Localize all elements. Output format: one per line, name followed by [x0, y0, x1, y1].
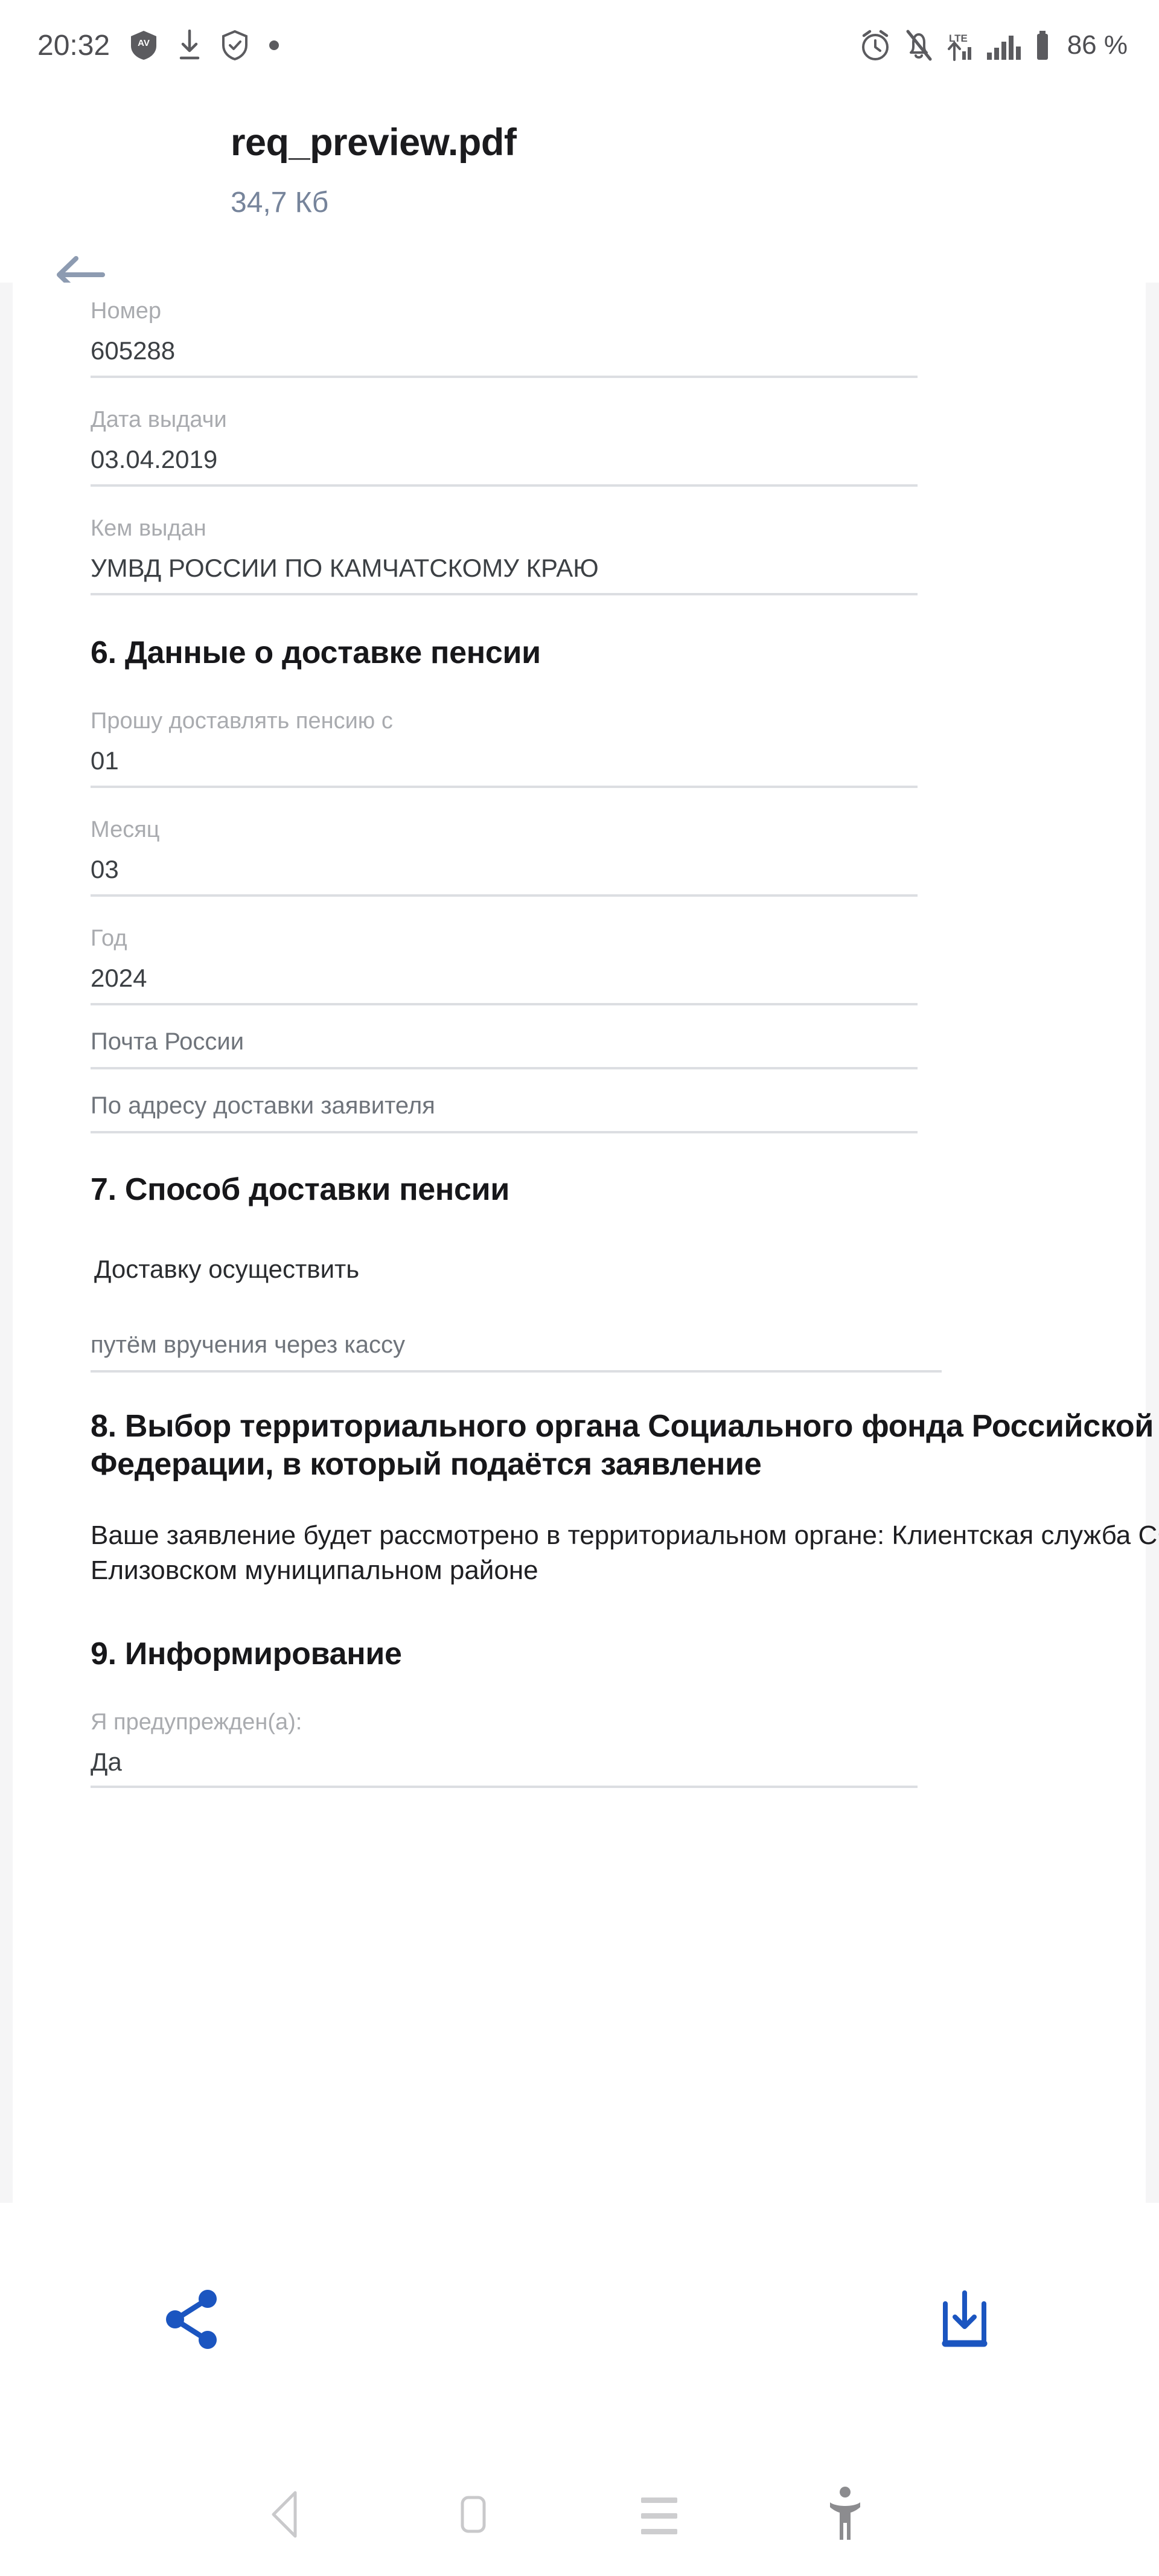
- section-heading-7: 7. Способ доставки пенсии: [91, 1172, 509, 1208]
- field-label: Кем выдан: [91, 516, 206, 541]
- battery-percent-label: 86 %: [1067, 30, 1128, 60]
- share-button[interactable]: [153, 2281, 231, 2360]
- nav-back-button[interactable]: [252, 2481, 322, 2551]
- section-heading-6: 6. Данные о доставке пенсии: [91, 635, 541, 670]
- antivirus-shield-icon: AV: [130, 30, 157, 60]
- pdf-page-content: Номер 605288 Дата выдачи 03.04.2019 Кем …: [91, 283, 1159, 1789]
- accessibility-icon: [824, 2484, 866, 2548]
- nav-accessibility-button[interactable]: [810, 2481, 880, 2551]
- field-row[interactable]: Я предупрежден(а): Да: [91, 1709, 918, 1789]
- field-label: Прошу доставлять пенсию с: [91, 708, 393, 734]
- field-underline: [91, 593, 918, 595]
- field-underline: [91, 1067, 918, 1070]
- section-8-paragraph: Ваше заявление будет рассмотрено в терри…: [91, 1520, 1159, 1585]
- field-value: 03.04.2019: [91, 445, 218, 473]
- back-triangle-icon: [266, 2489, 308, 2543]
- field-row[interactable]: Год 2024: [91, 926, 918, 1006]
- status-bar: 20:32 AV LTE 86 %: [0, 0, 1159, 91]
- status-bar-right: LTE 86 %: [860, 28, 1128, 62]
- field-label: Месяц: [91, 817, 160, 843]
- field-underline: [91, 1786, 918, 1789]
- share-icon: [163, 2288, 221, 2354]
- page-title: req_preview.pdf: [231, 121, 517, 164]
- delivery-method-lead: Доставку осуществить: [94, 1254, 360, 1283]
- pdf-page: Номер 605288 Дата выдачи 03.04.2019 Кем …: [13, 283, 1159, 2203]
- nav-recents-button[interactable]: [624, 2481, 694, 2551]
- download-arrow-icon: [177, 30, 202, 61]
- field-label: Я предупрежден(а):: [91, 1709, 302, 1735]
- field-underline: [91, 786, 918, 789]
- field-row[interactable]: Месяц 03: [91, 818, 918, 897]
- field-row[interactable]: путём вручения через кассу: [91, 1331, 942, 1373]
- app-header: req_preview.pdf 34,7 Кб: [0, 91, 1159, 293]
- field-label: Дата выдачи: [91, 407, 227, 432]
- field-value: 605288: [91, 336, 176, 365]
- field-row[interactable]: Почта России: [91, 1028, 918, 1070]
- field-underline: [91, 1003, 918, 1006]
- svg-text:AV: AV: [138, 38, 150, 48]
- field-underline: [91, 894, 918, 897]
- field-row[interactable]: Кем выдан УМВД РОССИИ ПО КАМЧАТСКОМУ КРА…: [91, 517, 918, 595]
- save-to-device-icon: [934, 2288, 995, 2354]
- bell-muted-icon: [903, 28, 934, 62]
- field-value: 03: [91, 855, 119, 884]
- signal-bars-icon: [986, 28, 1021, 62]
- field-underline: [91, 376, 918, 378]
- field-row[interactable]: Прошу доставлять пенсию с 01: [91, 708, 918, 789]
- battery-icon: [1033, 28, 1052, 62]
- document-action-bar: [0, 2203, 1159, 2455]
- field-value: путём вручения через кассу: [91, 1331, 405, 1358]
- field-row[interactable]: Номер 605288: [91, 300, 918, 378]
- status-clock: 20:32: [37, 29, 110, 62]
- save-button[interactable]: [925, 2281, 1004, 2360]
- lte-signal-icon: LTE: [947, 28, 974, 62]
- field-row[interactable]: Дата выдачи 03.04.2019: [91, 408, 918, 487]
- section-heading-8: 8. Выбор территориального органа Социаль…: [91, 1408, 1154, 1482]
- field-underline: [91, 1370, 942, 1373]
- file-size-label: 34,7 Кб: [231, 187, 329, 219]
- alarm-clock-icon: [860, 28, 891, 62]
- field-value: Да: [91, 1748, 122, 1777]
- status-bar-left: 20:32 AV: [37, 29, 280, 62]
- field-underline: [91, 484, 918, 487]
- field-underline: [91, 1131, 918, 1134]
- android-nav-bar: [0, 2455, 1159, 2576]
- nav-home-button[interactable]: [438, 2481, 508, 2551]
- dot-icon: [268, 39, 280, 51]
- section-heading-9: 9. Информирование: [91, 1636, 402, 1671]
- field-value: 2024: [91, 964, 147, 993]
- svg-text:LTE: LTE: [949, 33, 968, 44]
- field-label: Год: [91, 926, 127, 952]
- shield-check-icon: [222, 30, 248, 60]
- field-value: Почта России: [91, 1028, 244, 1056]
- field-row[interactable]: По адресу доставки заявителя: [91, 1092, 918, 1134]
- field-value: 01: [91, 746, 119, 775]
- recents-lines-icon: [641, 2497, 677, 2534]
- field-value: УМВД РОССИИ ПО КАМЧАТСКОМУ КРАЮ: [91, 554, 599, 582]
- field-value: По адресу доставки заявителя: [91, 1092, 435, 1120]
- field-label: Номер: [91, 298, 161, 324]
- home-square-icon: [452, 2489, 494, 2543]
- pdf-viewer[interactable]: Номер 605288 Дата выдачи 03.04.2019 Кем …: [0, 283, 1159, 2203]
